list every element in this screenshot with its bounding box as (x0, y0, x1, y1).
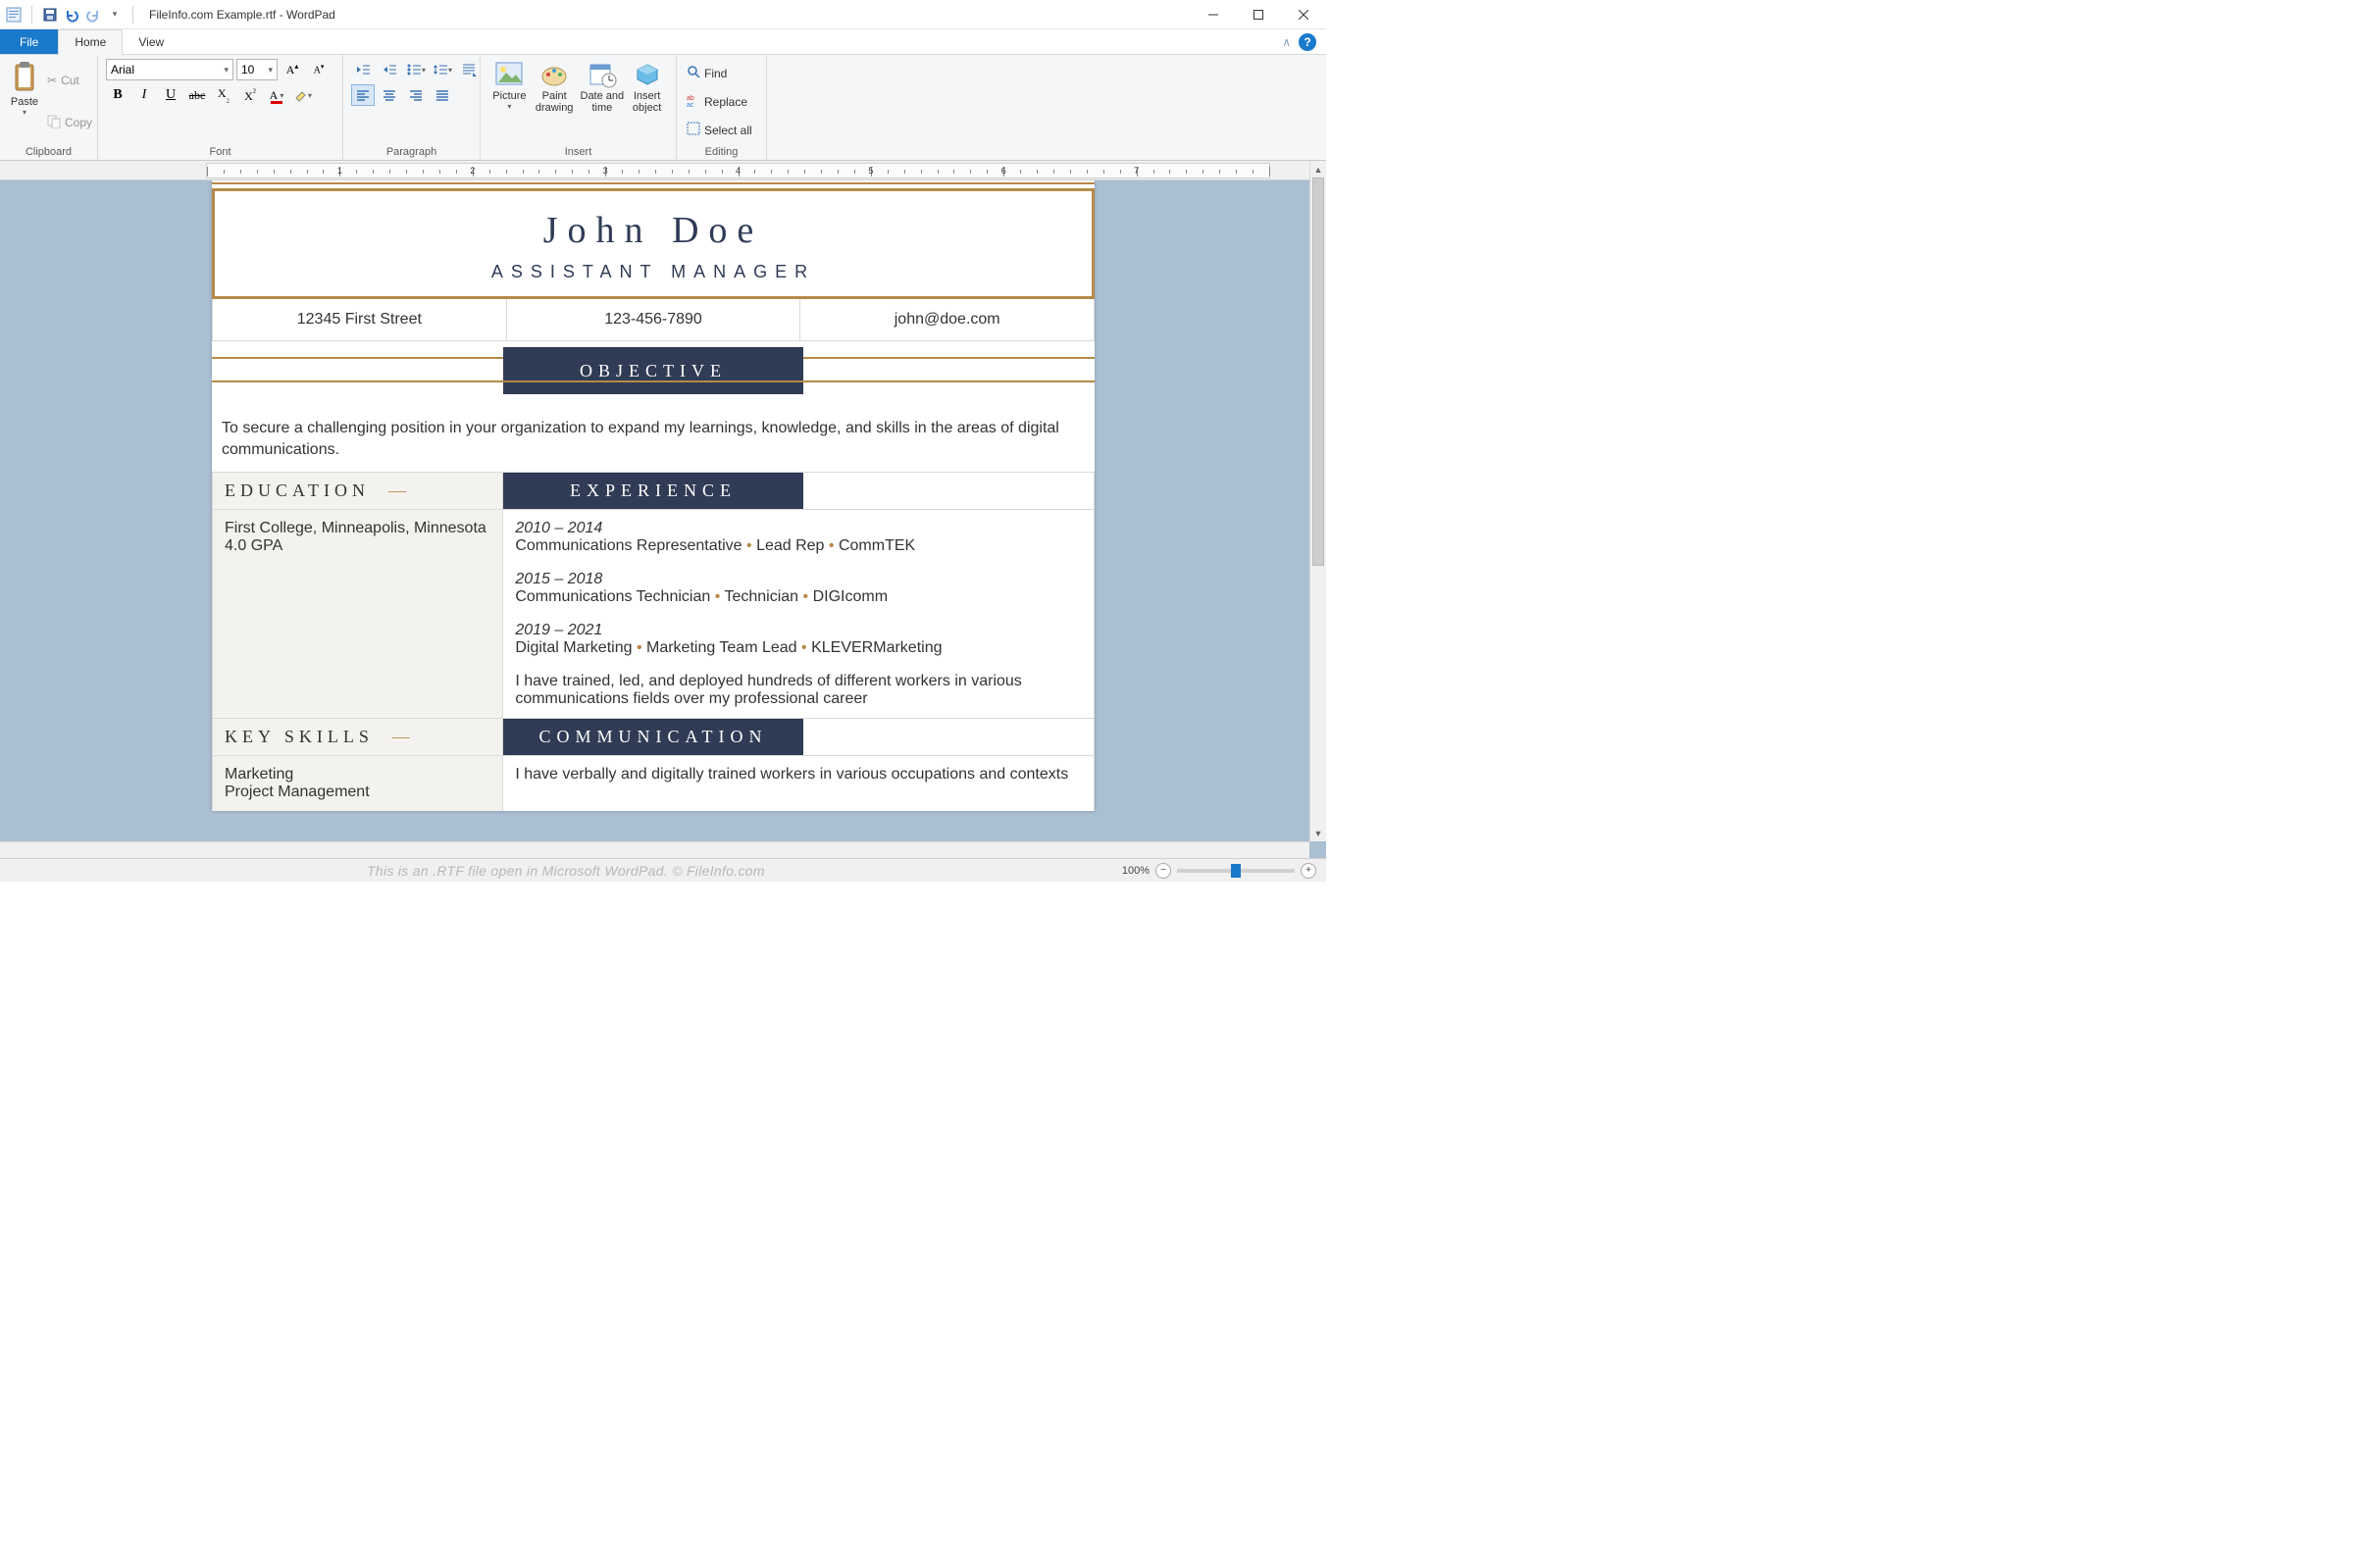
status-bar: This is an .RTF file open in Microsoft W… (0, 858, 1326, 882)
tab-home[interactable]: Home (58, 29, 123, 55)
window-title: FileInfo.com Example.rtf - WordPad (143, 8, 335, 22)
align-center-button[interactable] (378, 84, 401, 106)
svg-text:ac: ac (687, 102, 694, 107)
decrease-indent-button[interactable] (351, 59, 375, 80)
qat-dropdown-icon[interactable]: ▾ (107, 7, 123, 23)
ruler[interactable]: 1234567 (0, 161, 1309, 180)
group-font: Arial▾ 10▾ A▴ A▾ B I U abc X₂ X² A▾ ▾ Fo… (98, 55, 343, 160)
ribbon-tabs: File Home View ∧ ? (0, 29, 1326, 55)
picture-button[interactable]: Picture▾ (488, 59, 531, 113)
cut-button[interactable]: ✂ Cut (45, 70, 94, 91)
education-cell: First College, Minneapolis, Minnesota 4.… (213, 510, 503, 718)
help-icon[interactable]: ? (1299, 33, 1316, 51)
contact-email: john@doe.com (800, 299, 1094, 340)
strikethrough-button[interactable]: abc (185, 84, 209, 106)
experience-cell: 2010 – 2014 Communications Representativ… (503, 510, 1094, 718)
copy-icon (47, 115, 61, 131)
insert-object-button[interactable]: Insert object (626, 59, 668, 116)
page[interactable]: John Doe ASSISTANT MANAGER 12345 First S… (212, 180, 1095, 811)
contact-address: 12345 First Street (213, 299, 507, 340)
grow-font-button[interactable]: A▴ (281, 59, 304, 80)
paint-drawing-button[interactable]: Paint drawing (531, 59, 579, 116)
maximize-button[interactable] (1236, 0, 1281, 29)
select-all-icon (687, 122, 700, 138)
edu-exp-body: First College, Minneapolis, Minnesota 4.… (212, 510, 1095, 719)
align-right-button[interactable] (404, 84, 428, 106)
bold-button[interactable]: B (106, 84, 129, 106)
minimize-button[interactable] (1191, 0, 1236, 29)
resume-role: ASSISTANT MANAGER (215, 262, 1092, 282)
objective-text: To secure a challenging position in your… (212, 396, 1095, 473)
communication-cell: I have verbally and digitally trained wo… (503, 756, 1094, 811)
font-color-button[interactable]: A▾ (265, 84, 288, 106)
app-icon (6, 7, 22, 23)
document-viewport[interactable]: John Doe ASSISTANT MANAGER 12345 First S… (0, 180, 1309, 841)
resume-header: John Doe ASSISTANT MANAGER (212, 188, 1095, 299)
zoom-value: 100% (1122, 865, 1150, 877)
tab-view[interactable]: View (123, 29, 180, 54)
save-icon[interactable] (42, 7, 58, 23)
skills-comm-heading: KEY SKILLS — COMMUNICATION (212, 719, 1095, 756)
resume-name: John Doe (215, 209, 1092, 252)
zoom-in-button[interactable]: + (1301, 863, 1316, 879)
scroll-up-icon[interactable]: ▲ (1310, 161, 1326, 177)
horizontal-scrollbar[interactable] (0, 841, 1309, 858)
italic-button[interactable]: I (132, 84, 156, 106)
replace-button[interactable]: abac Replace (685, 91, 754, 113)
replace-icon: abac (687, 93, 700, 110)
tab-file[interactable]: File (0, 29, 58, 54)
font-size-combo[interactable]: 10▾ (236, 59, 278, 80)
copy-button[interactable]: Copy (45, 112, 94, 133)
date-time-button[interactable]: Date and time (579, 59, 627, 116)
workspace: 1234567 John Doe ASSISTANT MANAGER 12345… (0, 161, 1326, 858)
select-all-button[interactable]: Select all (685, 120, 754, 141)
paragraph-dialog-button[interactable] (457, 59, 481, 80)
align-left-button[interactable] (351, 84, 375, 106)
skills-cell: Marketing Project Management (213, 756, 503, 811)
group-editing: Find abac Replace Select all Editing (677, 55, 767, 160)
zoom-slider[interactable] (1177, 869, 1295, 873)
group-paragraph: ▾ ▾ Paragraph (343, 55, 481, 160)
collapse-ribbon-icon[interactable]: ∧ (1282, 35, 1291, 49)
redo-icon[interactable] (85, 7, 101, 23)
justify-button[interactable] (431, 84, 454, 106)
find-icon (687, 65, 700, 81)
contact-row: 12345 First Street 123-456-7890 john@doe… (212, 299, 1095, 341)
superscript-button[interactable]: X² (238, 84, 262, 106)
shrink-font-button[interactable]: A▾ (307, 59, 331, 80)
close-button[interactable] (1281, 0, 1326, 29)
scissors-icon: ✂ (47, 74, 57, 87)
group-insert: Picture▾ Paint drawing Date and time Ins… (481, 55, 677, 160)
line-spacing-button[interactable]: ▾ (431, 59, 454, 80)
title-bar: ▾ FileInfo.com Example.rtf - WordPad (0, 0, 1326, 29)
ribbon: Paste ▾ ✂ Cut Copy Clipboard Arial▾ (0, 55, 1326, 161)
scroll-down-icon[interactable]: ▼ (1310, 825, 1326, 841)
find-button[interactable]: Find (685, 63, 754, 84)
skills-comm-body: Marketing Project Management I have verb… (212, 756, 1095, 811)
increase-indent-button[interactable] (378, 59, 401, 80)
objective-heading: OBJECTIVE (212, 347, 1095, 382)
zoom-out-button[interactable]: − (1155, 863, 1171, 879)
bullets-button[interactable]: ▾ (404, 59, 428, 80)
svg-text:ab: ab (687, 95, 694, 102)
edu-exp-heading: EDUCATION — EXPERIENCE (212, 473, 1095, 510)
scroll-thumb[interactable] (1312, 177, 1324, 566)
font-name-combo[interactable]: Arial▾ (106, 59, 233, 80)
subscript-button[interactable]: X₂ (212, 84, 235, 106)
vertical-scrollbar[interactable]: ▲ ▼ (1309, 161, 1326, 841)
contact-phone: 123-456-7890 (507, 299, 801, 340)
paste-button[interactable]: Paste ▾ (8, 59, 41, 119)
watermark-text: This is an .RTF file open in Microsoft W… (10, 863, 1122, 879)
undo-icon[interactable] (64, 7, 79, 23)
highlight-button[interactable]: ▾ (291, 84, 315, 106)
group-clipboard: Paste ▾ ✂ Cut Copy Clipboard (0, 55, 98, 160)
underline-button[interactable]: U (159, 84, 182, 106)
